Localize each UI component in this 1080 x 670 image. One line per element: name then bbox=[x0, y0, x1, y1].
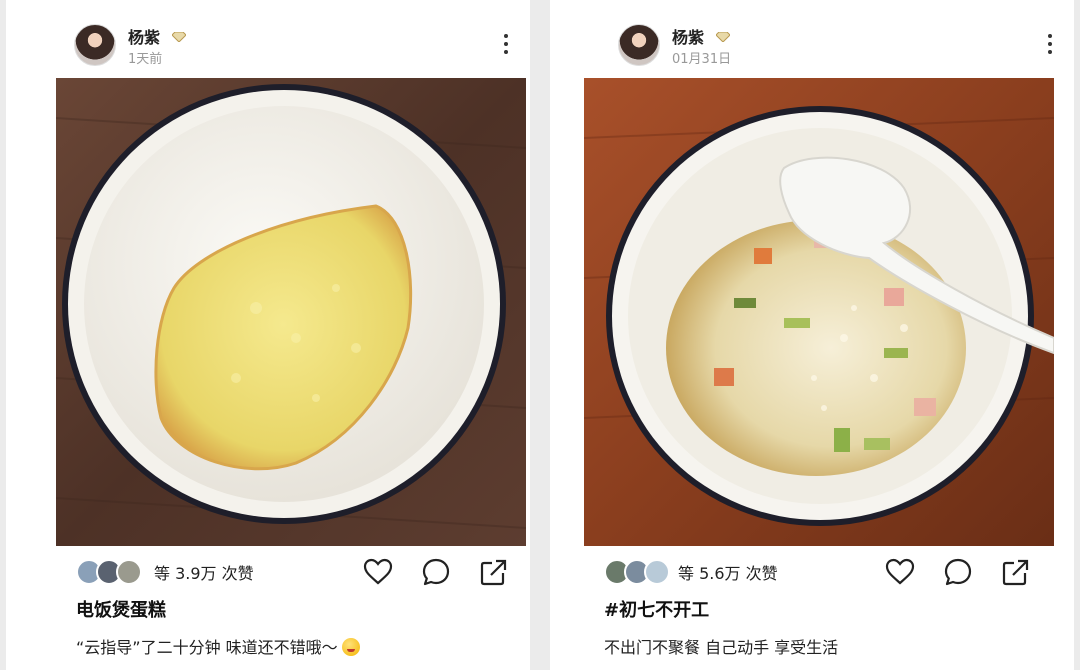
heart-icon[interactable] bbox=[362, 556, 394, 588]
post-title: 电饭煲蛋糕 bbox=[76, 600, 166, 621]
comment-bubble-icon[interactable] bbox=[420, 556, 452, 588]
post-header: 杨紫 1天前 bbox=[74, 22, 514, 70]
avatar[interactable] bbox=[618, 24, 660, 66]
post-caption: “云指导”了二十分钟 味道还不错哦～ bbox=[76, 634, 360, 658]
post-photo[interactable] bbox=[584, 78, 1054, 546]
share-arrow-icon[interactable] bbox=[478, 556, 510, 588]
avatar[interactable] bbox=[74, 24, 116, 66]
cake-bowl-image bbox=[56, 78, 526, 546]
post-header: 杨紫 01月31日 bbox=[618, 22, 1058, 70]
fried-rice-bowl-image bbox=[584, 78, 1054, 546]
liker-avatars[interactable] bbox=[76, 559, 146, 585]
comment-bubble-icon[interactable] bbox=[942, 556, 974, 588]
post-card: 杨紫 01月31日 等 5.6万 次赞 #初七不开工 不出门不聚餐 自己动手 享… bbox=[550, 0, 1074, 670]
like-count[interactable]: 等 3.9万 次赞 bbox=[154, 560, 254, 584]
liker-avatar bbox=[644, 559, 670, 585]
post-time: 1天前 bbox=[128, 52, 163, 67]
author-name[interactable]: 杨紫 bbox=[128, 24, 186, 48]
post-time: 01月31日 bbox=[672, 52, 732, 67]
like-count[interactable]: 等 5.6万 次赞 bbox=[678, 560, 778, 584]
diamond-badge-icon bbox=[171, 32, 186, 42]
diamond-badge-icon bbox=[715, 32, 730, 42]
share-arrow-icon[interactable] bbox=[1000, 556, 1032, 588]
more-vertical-icon[interactable] bbox=[1042, 32, 1058, 56]
post-caption-text: “云指导”了二十分钟 味道还不错哦～ bbox=[76, 638, 338, 657]
feed: 杨紫 1天前 等 3.9万 次赞 电饭煲蛋糕 “云指导”了二十分钟 味道还不错哦… bbox=[0, 0, 1080, 670]
author-name-text[interactable]: 杨紫 bbox=[672, 28, 704, 47]
author-name[interactable]: 杨紫 bbox=[672, 24, 730, 48]
grinning-emoji-icon bbox=[341, 638, 360, 656]
post-photo[interactable] bbox=[56, 78, 526, 546]
more-vertical-icon[interactable] bbox=[498, 32, 514, 56]
liker-avatar bbox=[116, 559, 142, 585]
post-card: 杨紫 1天前 等 3.9万 次赞 电饭煲蛋糕 “云指导”了二十分钟 味道还不错哦… bbox=[6, 0, 530, 670]
author-name-text[interactable]: 杨紫 bbox=[128, 28, 160, 47]
action-bar: 等 3.9万 次赞 bbox=[76, 554, 516, 590]
action-bar: 等 5.6万 次赞 bbox=[604, 554, 1060, 590]
post-caption: 不出门不聚餐 自己动手 享受生活 bbox=[604, 638, 839, 657]
post-title: #初七不开工 bbox=[604, 600, 710, 621]
heart-icon[interactable] bbox=[884, 556, 916, 588]
